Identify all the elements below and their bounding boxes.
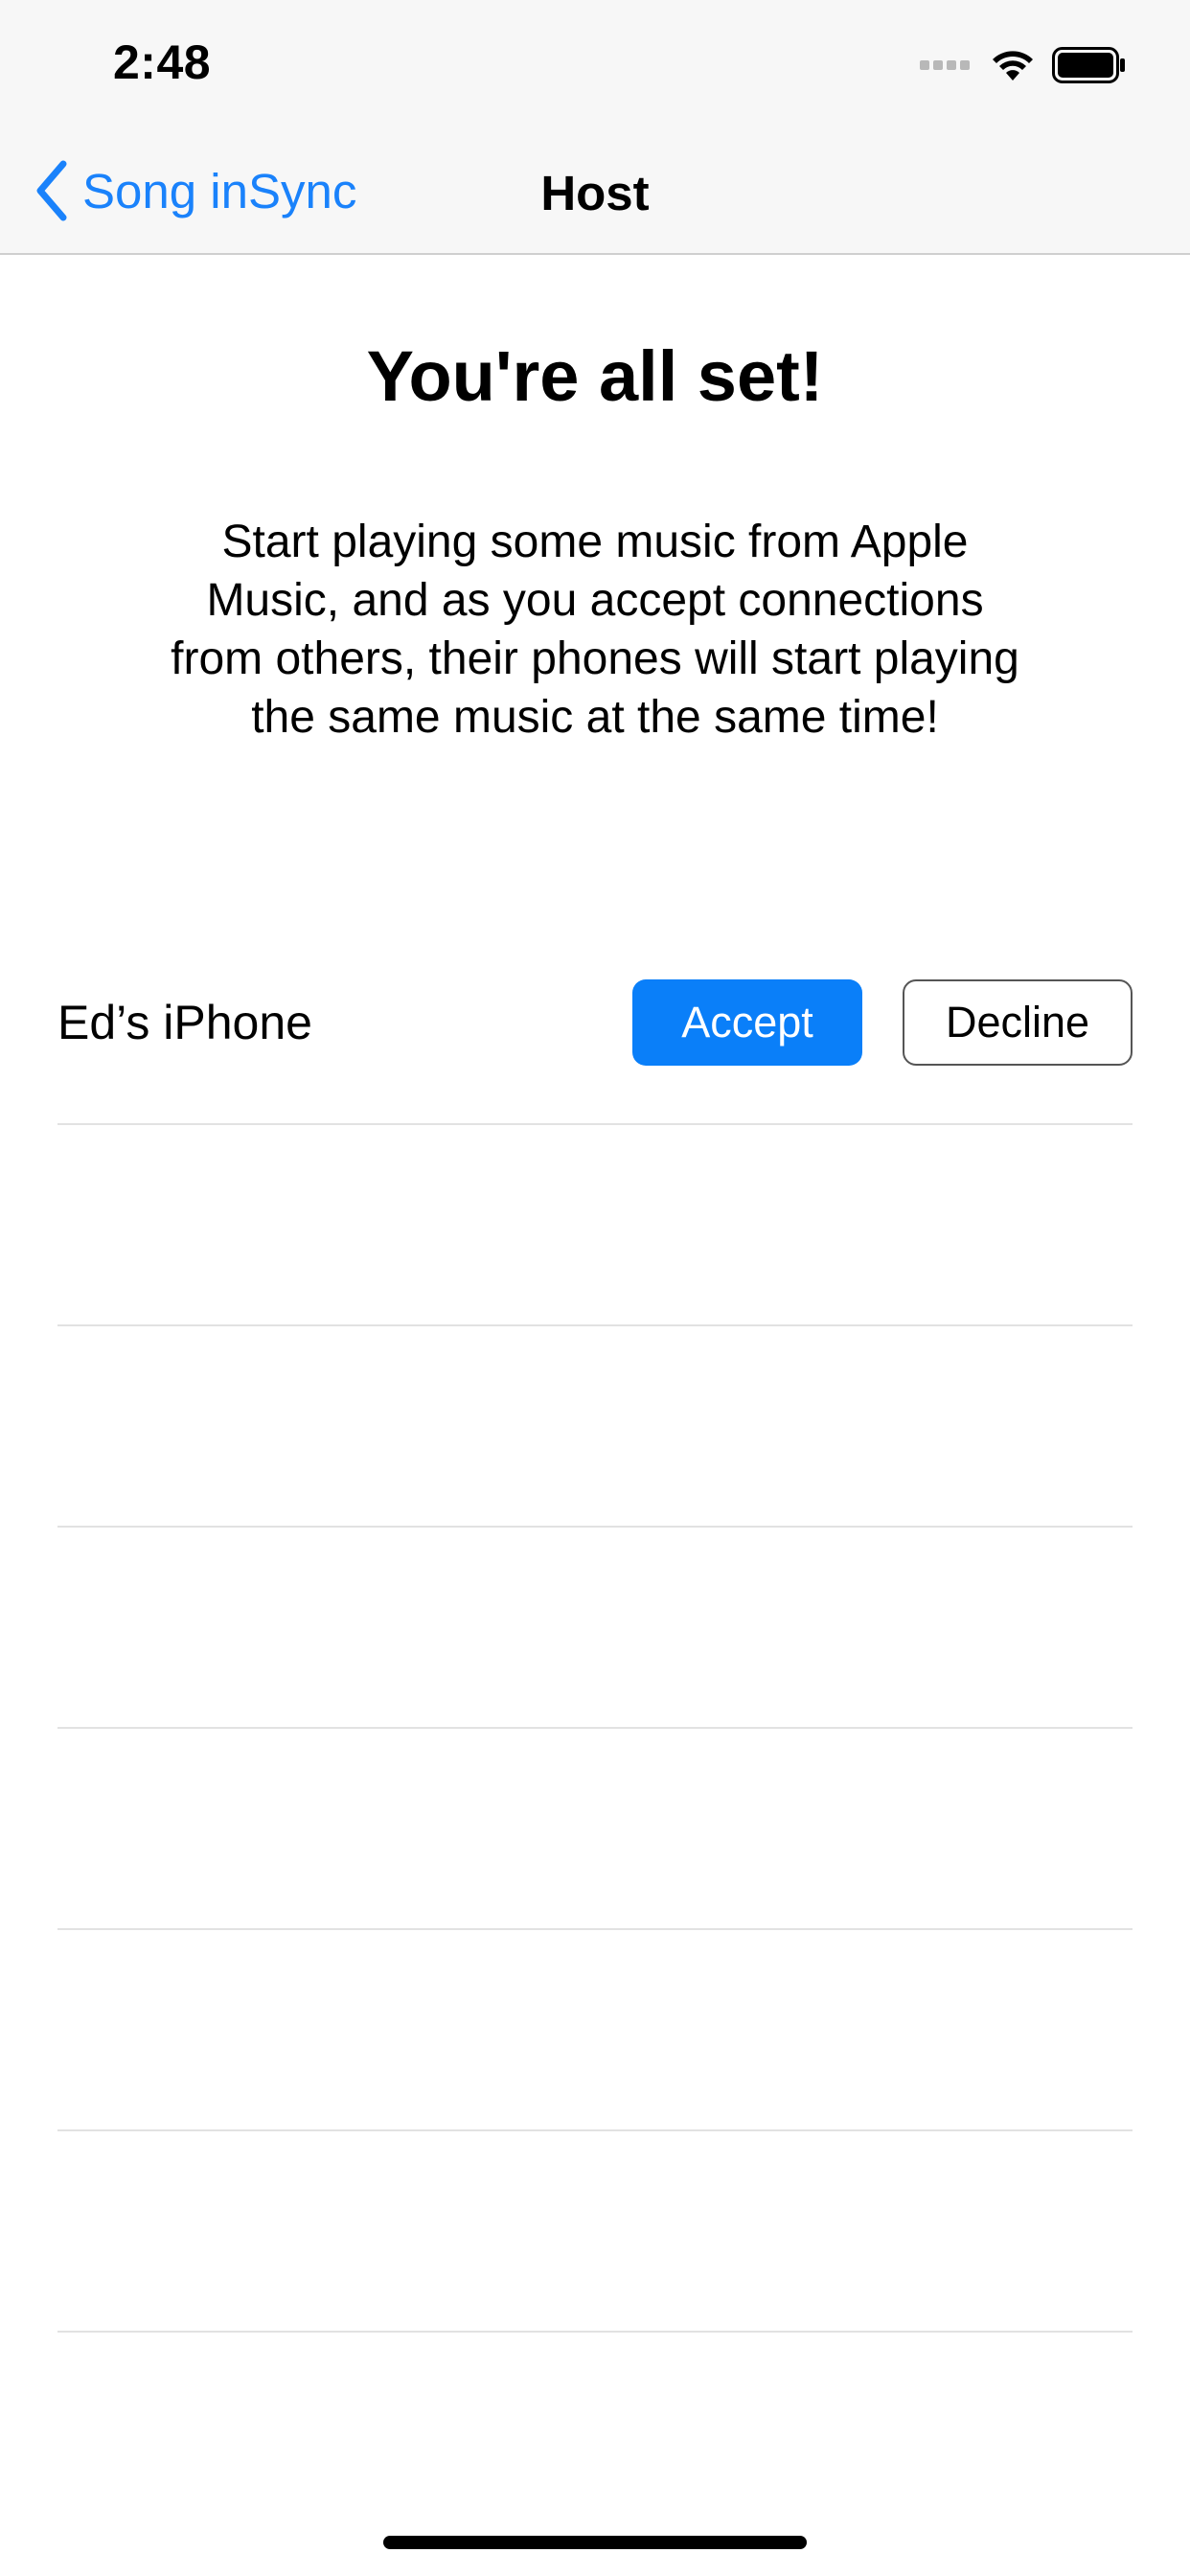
status-bar: 2:48 [0,0,1190,126]
cellular-signal-icon [920,60,973,70]
empty-list-row [57,1326,1133,1528]
decline-button[interactable]: Decline [903,979,1133,1066]
status-time: 2:48 [113,35,212,89]
device-name: Ed’s iPhone [57,996,312,1049]
empty-list-row [57,2131,1133,2333]
connection-request-row: Ed’s iPhone Accept Decline [57,926,1133,1125]
page-title: Host [540,166,650,220]
empty-list-row [57,1729,1133,1930]
accept-button[interactable]: Accept [632,979,862,1066]
status-icons [920,46,1127,84]
empty-list-row [57,1528,1133,1729]
connection-list: Ed’s iPhone Accept Decline [57,926,1133,2333]
battery-icon [1052,47,1125,83]
navigation-bar: Song inSync Host [0,126,1190,255]
wifi-icon [993,51,1033,80]
empty-list-row [57,1125,1133,1326]
instructions-text: Start playing some music from Apple Musi… [171,517,1019,743]
success-heading: You're all set! [366,336,824,416]
empty-list-row [57,1930,1133,2131]
home-indicator[interactable] [383,2536,807,2549]
